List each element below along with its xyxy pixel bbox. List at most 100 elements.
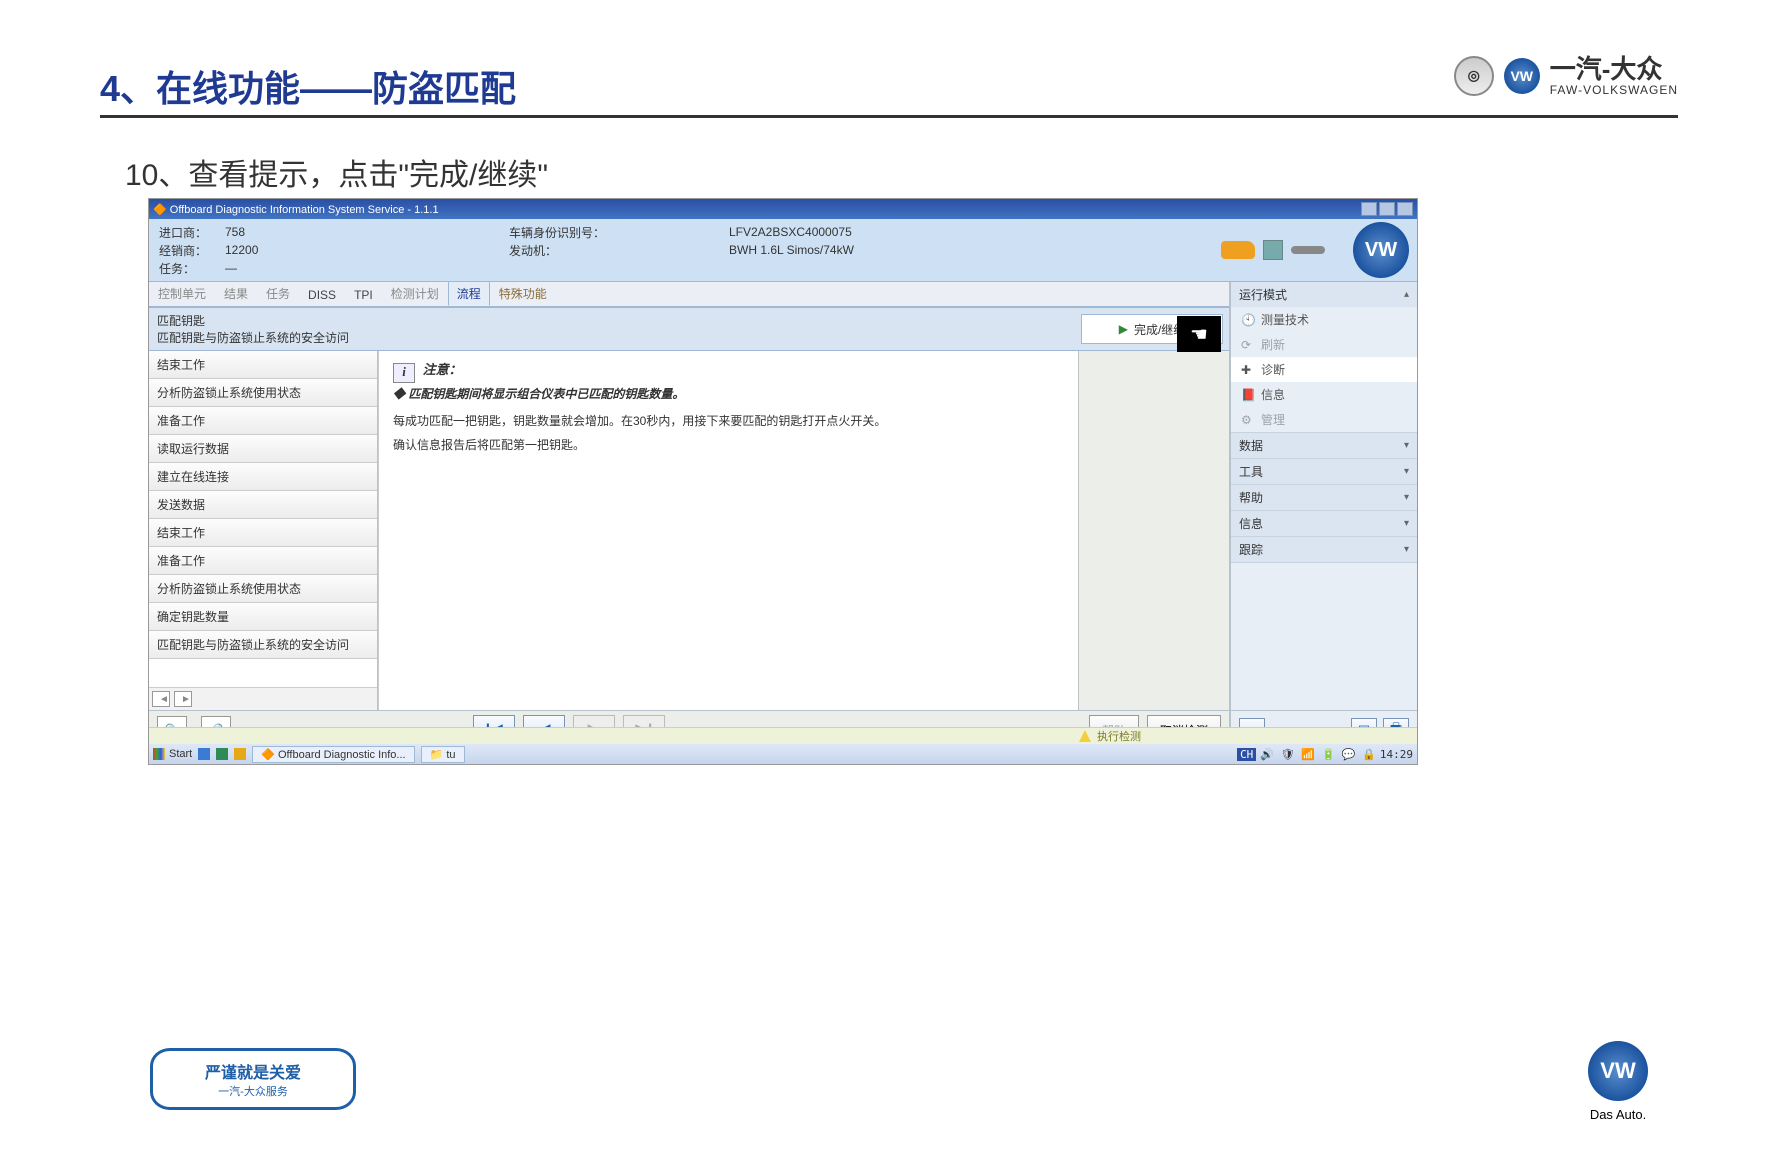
tab-tpi[interactable]: TPI <box>345 284 382 306</box>
windows-icon <box>153 748 165 760</box>
refresh-icon: ⟳ <box>1241 338 1255 352</box>
vw-logo-large-icon: VW <box>1353 222 1409 278</box>
step-subtitle: 匹配钥匙与防盗锁止系统的安全访问 <box>157 329 1221 346</box>
key-icon <box>1291 246 1325 254</box>
tab-control-unit[interactable]: 控制单元 <box>149 281 215 306</box>
section-help[interactable]: 帮助▾ <box>1231 485 1417 510</box>
quicklaunch-icon[interactable] <box>198 748 210 760</box>
right-margin-column <box>1078 351 1229 710</box>
slide-title: 4、在线功能——防盗匹配 <box>100 60 516 112</box>
mode-item-manage[interactable]: ⚙管理 <box>1231 407 1417 432</box>
vw-logo-icon: VW <box>1588 1041 1648 1101</box>
chevron-up-icon: ▴ <box>1404 289 1409 300</box>
brand-cn: 一汽-大众 <box>1550 55 1678 84</box>
start-button[interactable]: Start <box>153 748 192 760</box>
das-auto-text: Das Auto. <box>1588 1107 1648 1122</box>
tab-tasks[interactable]: 任务 <box>257 281 299 306</box>
step-title: 匹配钥匙 <box>157 312 1221 329</box>
list-item[interactable]: 准备工作 <box>149 407 377 435</box>
slide-rule <box>100 115 1678 118</box>
tab-test-plan[interactable]: 检测计划 <box>382 281 448 306</box>
list-item[interactable]: 建立在线连接 <box>149 463 377 491</box>
engine-label: 发动机： <box>509 242 557 259</box>
list-item[interactable]: 结束工作 <box>149 519 377 547</box>
tab-results[interactable]: 结果 <box>215 281 257 306</box>
mode-item-refresh[interactable]: ⟳刷新 <box>1231 332 1417 357</box>
app-window: 🔶 Offboard Diagnostic Information System… <box>148 198 1418 765</box>
vin-value: LFV2A2BSXC4000075 <box>729 225 852 239</box>
chevron-down-icon: ▾ <box>1404 492 1409 503</box>
list-scroll-buttons: ◄ ► <box>149 688 377 710</box>
service-badge: 严谨就是关爱 一汽-大众服务 <box>150 1048 356 1110</box>
list-item[interactable]: 分析防盗锁止系统使用状态 <box>149 575 377 603</box>
section-tools[interactable]: 工具▾ <box>1231 459 1417 484</box>
quicklaunch-icon[interactable] <box>234 748 246 760</box>
mode-item-info[interactable]: 📕信息 <box>1231 382 1417 407</box>
main-tabs: 控制单元 结果 任务 DISS TPI 检测计划 流程 特殊功能 <box>149 282 1229 308</box>
engine-value: BWH 1.6L Simos/74kW <box>729 243 854 257</box>
tab-flow[interactable]: 流程 <box>448 281 490 306</box>
scroll-left-button[interactable]: ◄ <box>152 691 170 707</box>
section-info[interactable]: 信息▾ <box>1231 511 1417 536</box>
importer-label: 进口商： <box>159 224 219 241</box>
taskbar: Start 🔶 Offboard Diagnostic Info... 📁 tu… <box>149 744 1417 764</box>
gauge-icon: 🕙 <box>1241 313 1255 327</box>
ecu-icon <box>1263 240 1283 260</box>
titlebar-text: 🔶 Offboard Diagnostic Information System… <box>153 203 439 216</box>
tray-time: 14:29 <box>1380 748 1413 761</box>
status-text: 执行检测 <box>1097 728 1141 744</box>
minimize-icon[interactable] <box>1361 202 1377 216</box>
slide-subtitle: 10、查看提示，点击"完成/继续" <box>125 150 548 194</box>
list-item[interactable]: 发送数据 <box>149 491 377 519</box>
note-label: 注意： <box>423 362 462 377</box>
book-icon: 📕 <box>1241 388 1255 402</box>
task-button[interactable]: 📁 tu <box>421 746 465 763</box>
window-buttons[interactable] <box>1361 202 1413 216</box>
brand-en: FAW-VOLKSWAGEN <box>1550 84 1678 97</box>
system-tray[interactable]: CH 🔊 🛡 📶 🔋 💬 🔒 14:29 <box>1237 748 1413 761</box>
list-item[interactable]: 准备工作 <box>149 547 377 575</box>
chevron-down-icon: ▾ <box>1404 440 1409 451</box>
instruction-line-2: 确认信息报告后将匹配第一把钥匙。 <box>393 436 1064 454</box>
dealer-label: 经销商： <box>159 242 219 259</box>
vehicle-info-bar: 进口商：758 经销商：12200 任务：— 车辆身份识别号： 发动机： LFV… <box>149 219 1417 282</box>
list-item[interactable]: 读取运行数据 <box>149 435 377 463</box>
task-value: — <box>225 261 237 275</box>
task-button[interactable]: 🔶 Offboard Diagnostic Info... <box>252 746 414 763</box>
brand-logo-top: ◎ VW 一汽-大众 FAW-VOLKSWAGEN <box>1454 55 1678 97</box>
list-item[interactable]: 分析防盗锁止系统使用状态 <box>149 379 377 407</box>
list-item[interactable]: 结束工作 <box>149 351 377 379</box>
chevron-down-icon: ▾ <box>1404 544 1409 555</box>
section-data[interactable]: 数据▾ <box>1231 433 1417 458</box>
task-label: 任务： <box>159 260 219 277</box>
vin-label: 车辆身份识别号： <box>509 224 605 241</box>
hand-cursor-icon: ☚ <box>1177 316 1221 352</box>
step-header: 匹配钥匙 匹配钥匙与防盗锁止系统的安全访问 ▶ 完成/继续 ☚ <box>149 308 1229 351</box>
tab-diss[interactable]: DISS <box>299 284 345 306</box>
quicklaunch-icon[interactable] <box>216 748 228 760</box>
section-trace[interactable]: 跟踪▾ <box>1231 537 1417 562</box>
step-list[interactable]: 结束工作 分析防盗锁止系统使用状态 准备工作 读取运行数据 建立在线连接 发送数… <box>149 351 378 710</box>
chevron-down-icon: ▾ <box>1404 518 1409 529</box>
tray-lang[interactable]: CH <box>1237 748 1256 761</box>
mode-item-diagnosis[interactable]: ✚诊断 <box>1231 357 1417 382</box>
instruction-content: i 注意： ◆ 匹配钥匙期间将显示组合仪表中已匹配的钥匙数量。 每成功匹配一把钥… <box>378 351 1078 710</box>
mode-section-head[interactable]: 运行模式▴ <box>1231 282 1417 307</box>
vw-logo-icon: VW <box>1504 58 1540 94</box>
side-panel: 运行模式▴ 🕙测量技术 ⟳刷新 ✚诊断 📕信息 ⚙管理 数据▾ 工具▾ 帮助▾ … <box>1230 282 1417 749</box>
vw-logo-bottom: VW Das Auto. <box>1588 1041 1648 1122</box>
list-item[interactable]: 匹配钥匙与防盗锁止系统的安全访问 <box>149 631 377 659</box>
play-icon: ▶ <box>1119 322 1128 336</box>
tray-icons[interactable]: 🔊 🛡 📶 🔋 💬 🔒 <box>1260 748 1376 761</box>
faw-logo-icon: ◎ <box>1454 56 1494 96</box>
tab-special[interactable]: 特殊功能 <box>490 281 556 306</box>
mode-item-measure[interactable]: 🕙测量技术 <box>1231 307 1417 332</box>
scroll-right-button[interactable]: ► <box>174 691 192 707</box>
badge-text: 严谨就是关爱 <box>205 1059 301 1083</box>
status-strip: 执行检测 <box>149 727 1417 744</box>
list-item[interactable]: 确定钥匙数量 <box>149 603 377 631</box>
maximize-icon[interactable] <box>1379 202 1395 216</box>
titlebar: 🔶 Offboard Diagnostic Information System… <box>149 199 1417 219</box>
close-icon[interactable] <box>1397 202 1413 216</box>
dealer-value: 12200 <box>225 243 258 257</box>
